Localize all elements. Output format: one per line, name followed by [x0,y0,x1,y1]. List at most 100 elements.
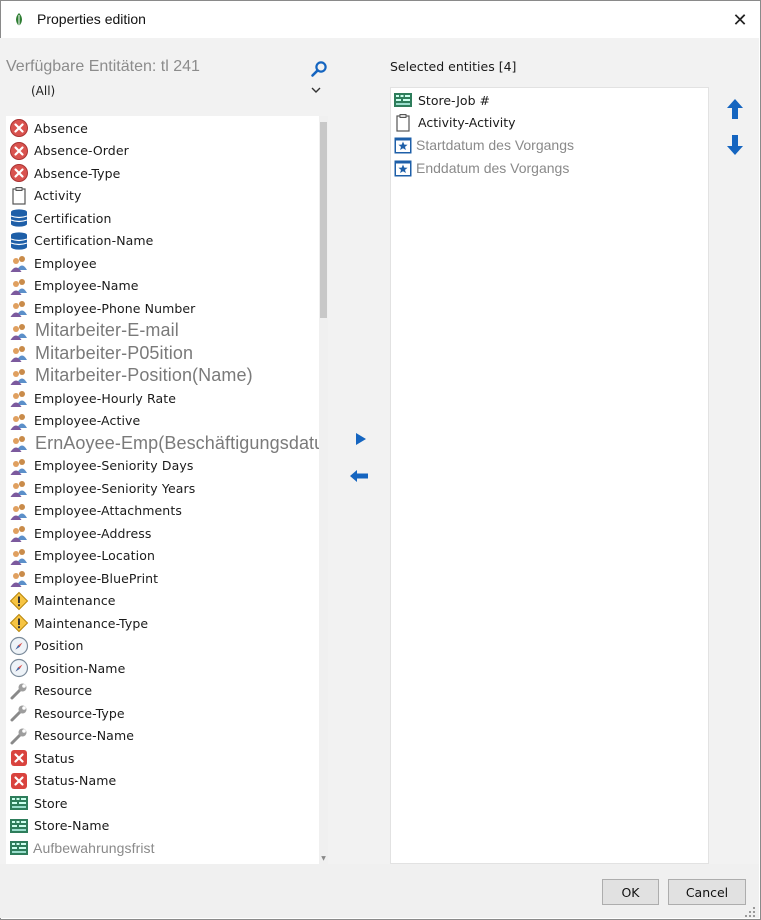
available-item[interactable]: Resource-Name [6,725,321,747]
chevron-down-icon[interactable] [309,84,323,96]
available-item[interactable]: Mitarbeiter-Position(Name) [6,365,321,387]
cancel-button[interactable]: Cancel [668,879,746,905]
available-item-label: Employee-BluePrint [34,570,159,586]
available-item[interactable]: Aufbewahrungsfrist [6,837,321,859]
available-item-label: Employee-Hourly Rate [34,390,177,406]
available-item[interactable]: Status [6,747,321,769]
available-item-label: Aufbewahrungsfrist [33,840,155,856]
red-x-circle-icon [9,118,29,138]
people-icon [9,253,29,273]
available-item-label: Resource-Type [34,705,125,721]
selected-entities-list[interactable]: Store-Job # Activity-Activity Startdatum d… [390,87,709,864]
people-icon [9,298,29,318]
available-item[interactable]: Employee-Seniority Days [6,455,321,477]
available-item-label: ErnAoyee-Emp(Beschäftigungsdatum) [35,432,321,453]
wrench-icon [9,726,29,746]
available-item[interactable]: Employee-BluePrint [6,567,321,589]
available-entities-list[interactable]: Absence Absence-Order Absence-Type Activity… [6,116,321,864]
available-item[interactable]: Store [6,792,321,814]
star-calendar-icon [393,135,413,155]
available-item-label: Status [34,750,75,766]
available-list-scrollbar[interactable]: ▼ [319,116,328,864]
available-item-label: Employee-Seniority Days [34,458,194,473]
available-item-label: Employee-Seniority Years [34,480,196,496]
compass-icon [9,658,29,678]
remove-arrow-icon[interactable] [349,468,369,484]
add-arrow-icon[interactable] [352,431,370,447]
available-item[interactable]: Status-Name [6,770,321,792]
available-item[interactable]: Employee-Attachments [6,500,321,522]
available-item-label: Employee-Name [34,278,139,293]
clipboard-icon [9,186,29,206]
available-item[interactable]: Maintenance-Type [6,612,321,634]
available-item-label: Employee [34,255,97,271]
available-item[interactable]: Employee-Phone Number [6,297,321,319]
people-icon [9,433,29,453]
available-item[interactable]: Employee-Name [6,275,321,297]
people-icon [9,343,29,363]
available-item[interactable]: Employee [6,252,321,274]
available-item[interactable]: Resource-Type [6,702,321,724]
wrench-icon [9,703,29,723]
selected-item-label: Store-Job # [418,92,490,108]
available-item[interactable]: Employee-Hourly Rate [6,387,321,409]
available-item[interactable]: Resource [6,680,321,702]
available-item-label: Employee-Phone Number [34,300,196,316]
red-x-circle-icon [9,163,29,183]
scroll-down-icon[interactable]: ▼ [319,854,328,864]
star-calendar-icon [393,158,413,178]
available-item[interactable]: Store-Name [6,815,321,837]
move-up-icon[interactable] [726,98,744,120]
available-item[interactable]: Mitarbeiter-E-mail [6,320,321,342]
filter-dropdown[interactable]: (All) [31,84,55,98]
available-item[interactable]: Activity [6,185,321,207]
selected-item-label: Activity-Activity [418,115,516,130]
resize-grip-icon[interactable] [742,905,756,917]
selected-item[interactable]: Enddatum des Vorgangs [391,157,706,179]
people-icon [9,276,29,296]
ok-button[interactable]: OK [602,879,659,905]
available-item[interactable]: Mitarbeiter-P05ition [6,342,321,364]
selected-item[interactable]: Activity-Activity [391,112,706,134]
available-item[interactable]: Employee-Address [6,522,321,544]
available-item[interactable]: Position-Name [6,657,321,679]
available-item[interactable]: Absence-Type [6,162,321,184]
available-item-label: Maintenance [34,593,116,608]
available-item[interactable]: Certification [6,207,321,229]
clipboard-icon [393,113,413,133]
move-down-icon[interactable] [726,134,744,156]
available-item[interactable]: Position [6,635,321,657]
available-item[interactable]: Certification-Name [6,230,321,252]
available-item[interactable]: Employee-Location [6,545,321,567]
available-item-label: Employee-Active [34,413,141,428]
available-item[interactable]: Absence-Order [6,140,321,162]
people-icon [9,411,29,431]
scrollbar-thumb[interactable] [320,122,327,318]
store-board-icon [393,90,413,110]
available-item[interactable]: Employee-Active [6,410,321,432]
red-x-circle-icon [9,141,29,161]
close-button[interactable]: ✕ [723,5,757,35]
available-item-label: Position-Name [34,660,126,676]
people-icon [9,321,29,341]
available-item[interactable]: Employee-Seniority Years [6,477,321,499]
available-entities-label: Verfügbare Entitäten: tl 241 [6,58,200,75]
selected-entities-label: Selected entities [4] [390,59,517,74]
available-item[interactable]: ErnAoyee-Emp(Beschäftigungsdatum) [6,432,321,454]
available-item-label: Employee-Address [34,525,152,541]
selected-item-label: Startdatum des Vorgangs [416,137,574,153]
available-item-label: Employee-Location [34,548,155,563]
available-item-label: Employee-Attachments [34,503,182,518]
people-icon [9,546,29,566]
warning-icon [9,613,29,633]
search-icon[interactable] [310,60,328,78]
available-item[interactable]: Absence [6,117,321,139]
available-item-label: Store [34,795,68,811]
available-item[interactable]: Maintenance [6,590,321,612]
available-item-label: Certification [34,210,112,226]
people-icon [9,478,29,498]
available-item-label: Status-Name [34,773,117,788]
selected-item[interactable]: Startdatum des Vorgangs [391,134,706,156]
selected-item[interactable]: Store-Job # [391,89,706,111]
available-item-label: Maintenance-Type [34,615,149,631]
